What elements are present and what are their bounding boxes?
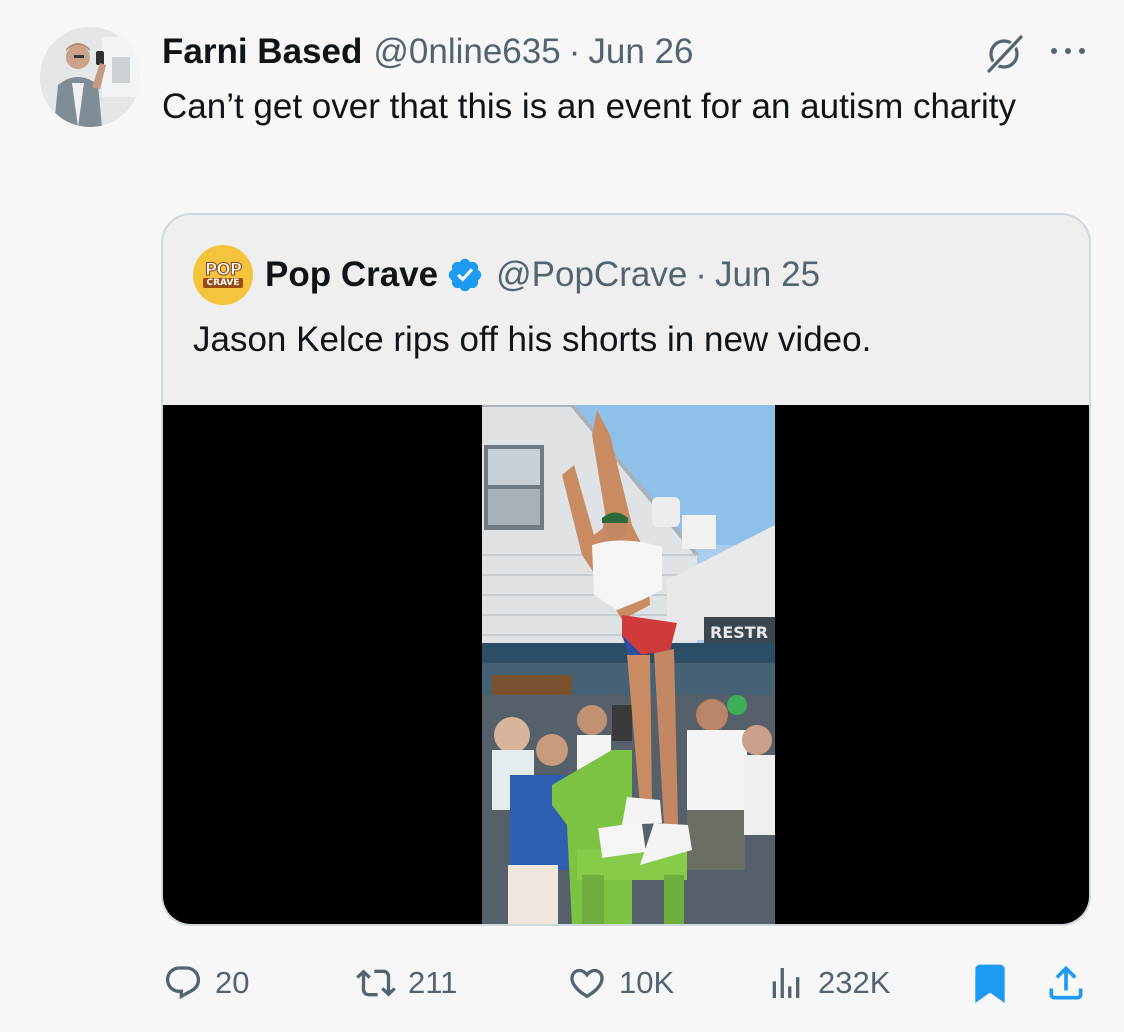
quoted-tweet-text: Jason Kelce rips off his shorts in new v…: [193, 320, 872, 359]
author-handle[interactable]: @0nline635: [373, 32, 560, 72]
bookmark-icon[interactable]: [968, 961, 1012, 1005]
tweet-text: Can’t get over that this is an event for…: [162, 87, 1017, 126]
separator-dot: ·: [695, 255, 707, 294]
repost-icon: [356, 969, 396, 997]
verified-badge-icon: [448, 258, 482, 292]
views-button[interactable]: 232K: [766, 955, 890, 1011]
quoted-tweet[interactable]: POP CRAVE Pop Crave @PopCrave · Jun 25 J…: [161, 213, 1091, 926]
quoted-tweet-header: POP CRAVE Pop Crave @PopCrave · Jun 25: [193, 245, 820, 305]
tweet-header: Farni Based @0nline635 · Jun 26: [162, 30, 693, 74]
video-frame: RESTR: [482, 405, 775, 924]
reply-count: 20: [215, 965, 250, 1000]
repost-count: 211: [408, 965, 458, 1000]
author-name[interactable]: Farni Based: [162, 32, 362, 72]
share-icon[interactable]: [1044, 961, 1088, 1005]
reply-icon: [165, 966, 201, 1000]
avatar-photo: [40, 27, 140, 127]
like-button[interactable]: 10K: [567, 955, 674, 1011]
grok-icon[interactable]: [983, 31, 1027, 75]
logo-text-top: POP: [204, 260, 242, 280]
video-player[interactable]: RESTR: [163, 405, 1089, 924]
author-avatar[interactable]: [40, 27, 140, 127]
more-button[interactable]: [1046, 36, 1090, 66]
sign-text: RESTR: [710, 623, 768, 642]
pop-crave-logo[interactable]: POP CRAVE: [193, 245, 253, 305]
reply-button[interactable]: 20: [163, 955, 249, 1011]
like-count: 10K: [619, 965, 675, 1000]
logo-text-bottom: CRAVE: [203, 278, 243, 288]
quoted-tweet-date[interactable]: Jun 25: [715, 255, 820, 295]
quoted-author-handle[interactable]: @PopCrave: [496, 255, 687, 295]
heart-icon: [570, 968, 604, 999]
views-count: 232K: [818, 965, 891, 1000]
repost-button[interactable]: 211: [356, 955, 457, 1011]
tweet-date[interactable]: Jun 26: [588, 32, 693, 72]
separator-dot: ·: [568, 32, 581, 71]
tweet-actions: 20 211 10K 232K: [0, 955, 1124, 1011]
views-chart-icon: [772, 968, 800, 998]
quoted-author-name[interactable]: Pop Crave: [265, 255, 438, 295]
more-dots-icon: [1051, 48, 1057, 54]
